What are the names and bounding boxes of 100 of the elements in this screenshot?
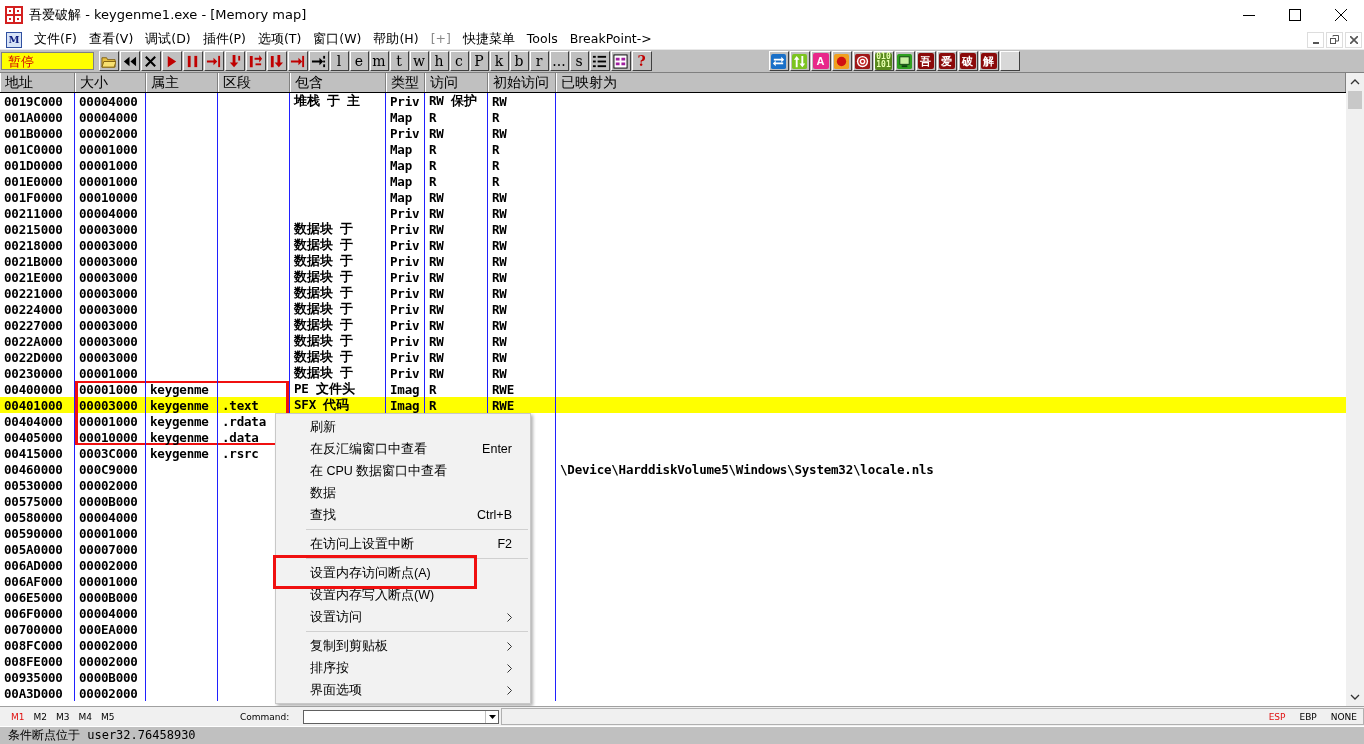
marker-tab[interactable]: M1	[11, 711, 25, 722]
table-cell: 00218000	[4, 237, 63, 253]
menu-item[interactable]: BreakPoint->	[563, 31, 658, 48]
plugin-button[interactable]: 010 101	[873, 51, 894, 71]
marker-tab[interactable]: M2	[33, 711, 47, 722]
table-cell: 00A3D000	[4, 685, 63, 701]
context-menu-item[interactable]: 数据	[276, 482, 530, 504]
context-menu-item[interactable]: 在访问上设置中断 F2	[276, 533, 530, 555]
selected-row[interactable]: 00401000 00003000 keygenme .text SFX 代码 Imag R RWE	[0, 397, 1346, 413]
table-cell: R	[429, 173, 437, 189]
command-field[interactable]	[303, 709, 499, 724]
column-header[interactable]: 包含	[295, 73, 323, 92]
toolbar-button[interactable]	[98, 51, 119, 71]
toolbar-button[interactable]: P	[469, 51, 489, 71]
dropdown-arrow-icon	[488, 714, 496, 719]
table-cell: 00004000	[75, 605, 146, 621]
menu-item[interactable]: 选项(T)	[251, 31, 308, 48]
toolbar-button[interactable]: ...	[549, 51, 569, 71]
table-cell: RW	[492, 125, 507, 141]
toolbar-button[interactable]: b	[509, 51, 529, 71]
table-cell: 00460000	[4, 461, 63, 477]
table-cell: 005A0000	[4, 541, 63, 557]
column-header[interactable]: 区段	[223, 73, 251, 92]
marker-tab[interactable]: M4	[78, 711, 92, 722]
menu-item[interactable]: 窗口(W)	[307, 31, 368, 48]
toolbar-button[interactable]: s	[569, 51, 589, 71]
menu-item[interactable]: 插件(P)	[196, 31, 252, 48]
menu-item[interactable]: 帮助(H)	[367, 31, 425, 48]
context-menu-item[interactable]: 设置内存访问断点(A)	[276, 562, 530, 584]
table-cell: \Device\HarddiskVolume5\Windows\System32\locale.nls	[560, 461, 934, 477]
plugin-button[interactable]: A	[810, 51, 831, 71]
menu-item[interactable]: 文件(F)	[28, 31, 83, 48]
minimize-button[interactable]	[1307, 31, 1324, 48]
toolbar-button[interactable]	[266, 51, 287, 71]
toolbar-button[interactable]	[768, 51, 789, 71]
toolbar-button[interactable]	[589, 51, 610, 71]
menu-item[interactable]: 调试(D)	[139, 31, 197, 48]
close-button[interactable]	[1345, 31, 1362, 48]
toolbar-button[interactable]	[831, 51, 852, 71]
toolbar-button[interactable]: e	[349, 51, 369, 71]
register-tab[interactable]: NONE	[1330, 711, 1357, 722]
context-menu-item[interactable]: 复制到剪贴板	[276, 635, 530, 657]
menu-item[interactable]: 查看(V)	[82, 31, 140, 48]
table-cell: 数据块 于	[294, 253, 353, 269]
column-header[interactable]: 访问	[430, 73, 458, 92]
column-header[interactable]: 已映射为	[561, 73, 617, 92]
toolbar-button[interactable]	[999, 51, 1020, 71]
context-menu-item[interactable]: 在 CPU 数据窗口中查看	[276, 460, 530, 482]
arrow-bar-icon	[248, 53, 263, 69]
column-header[interactable]: 大小	[80, 73, 108, 92]
table-cell: 00003000	[75, 317, 146, 333]
plugin-button[interactable]: 解	[978, 51, 999, 71]
toolbar-button[interactable]: k	[489, 51, 509, 71]
context-menu-item[interactable]: 排序按	[276, 657, 530, 679]
toolbar-button[interactable]: l	[329, 51, 349, 71]
marker-tab[interactable]: M3	[56, 711, 70, 722]
toolbar-button[interactable]	[224, 51, 245, 71]
column-header[interactable]: 初始访问	[493, 73, 549, 92]
plugin-button[interactable]: 破	[957, 51, 978, 71]
toolbar-button[interactable]: m	[369, 51, 389, 71]
menu-logo-icon[interactable]: M	[6, 31, 22, 48]
context-menu-item[interactable]: 查找 Ctrl+B	[276, 504, 530, 526]
menu-item[interactable]: 快捷菜单	[456, 31, 521, 48]
toolbar-button[interactable]	[161, 51, 182, 71]
toolbar-button[interactable]	[308, 51, 329, 71]
toolbar-button[interactable]	[119, 51, 140, 71]
toolbar-button[interactable]: r	[529, 51, 549, 71]
menu-item[interactable]: Tools	[520, 31, 564, 48]
toolbar-button[interactable]	[610, 51, 631, 71]
scroll-thumb[interactable]	[1348, 91, 1362, 109]
column-header[interactable]: 地址	[5, 73, 33, 92]
help-button[interactable]: ?	[631, 51, 652, 71]
table-cell: 00002000	[75, 557, 146, 573]
toolbar-button[interactable]: c	[449, 51, 469, 71]
toolbar-button[interactable]	[287, 51, 308, 71]
register-tab[interactable]: EBP	[1299, 711, 1317, 722]
toolbar-button[interactable]	[245, 51, 266, 71]
register-tab[interactable]: ESP	[1268, 711, 1286, 722]
toolbar-button[interactable]	[140, 51, 161, 71]
marker-tab[interactable]: M5	[101, 711, 115, 722]
context-menu-item[interactable]: 设置访问	[276, 606, 530, 628]
toolbar-button[interactable]	[852, 51, 873, 71]
menu-item-label: 排序按	[310, 659, 349, 677]
toolbar-button[interactable]: w	[409, 51, 429, 71]
toolbar-button[interactable]	[203, 51, 224, 71]
plugin-button[interactable]: 爱	[936, 51, 957, 71]
vertical-scrollbar[interactable]	[1346, 73, 1364, 706]
column-header[interactable]: 属主	[151, 73, 179, 92]
toolbar-button[interactable]: h	[429, 51, 449, 71]
toolbar-button[interactable]	[789, 51, 810, 71]
table-cell: keygenme	[146, 397, 218, 413]
toolbar-button[interactable]	[894, 51, 915, 71]
toolbar-button[interactable]	[182, 51, 203, 71]
plugin-button[interactable]: 吾	[915, 51, 936, 71]
column-header[interactable]: 类型	[391, 73, 419, 92]
restore-button[interactable]	[1326, 31, 1343, 48]
table-cell: Priv	[390, 205, 420, 221]
context-menu-item[interactable]: 界面选项	[276, 679, 530, 701]
context-menu-item[interactable]: 设置内存写入断点(W)	[276, 584, 530, 606]
toolbar-button[interactable]: t	[389, 51, 409, 71]
